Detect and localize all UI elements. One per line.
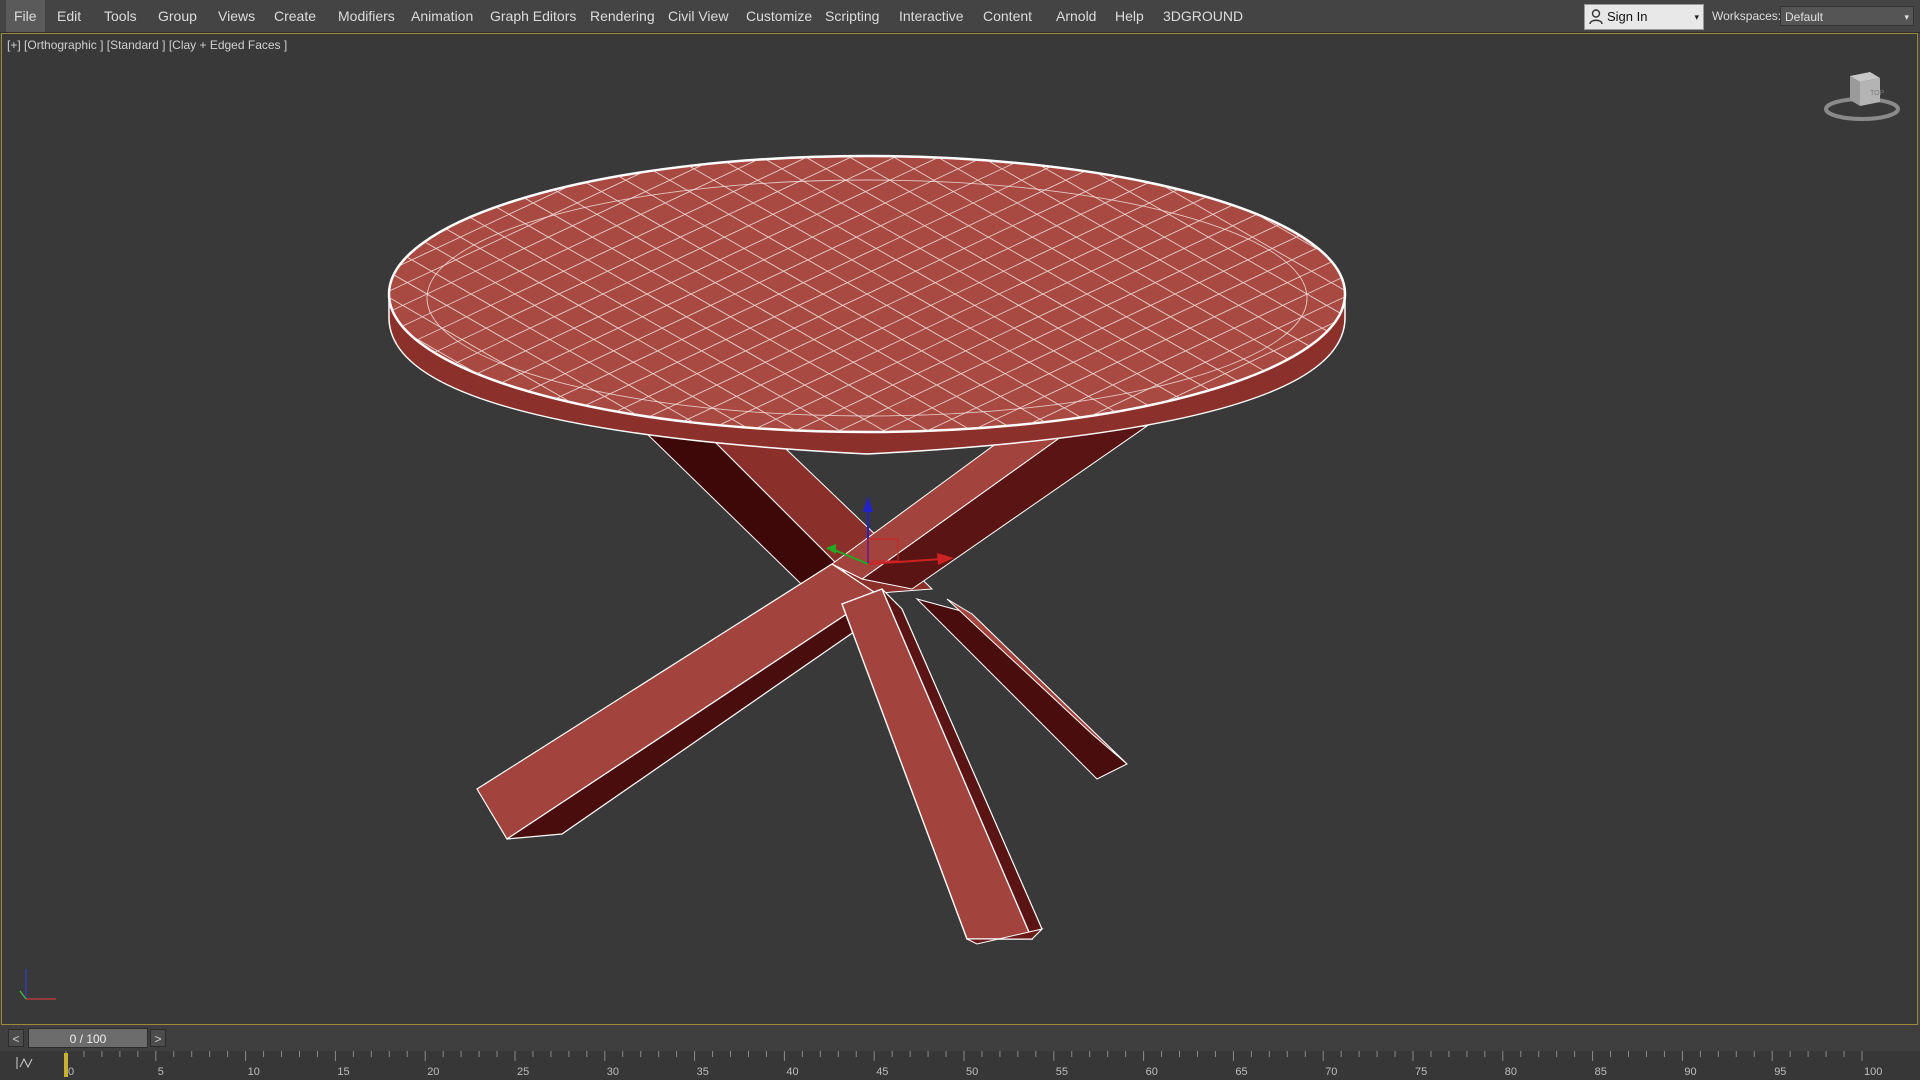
workspaces-select[interactable]: Default ▾: [1780, 6, 1914, 26]
time-tick-label: 15: [337, 1066, 349, 1078]
time-tick-label: 80: [1505, 1066, 1517, 1078]
table-leg-center[interactable]: [841, 588, 1044, 945]
time-slider[interactable]: 0 / 100: [28, 1028, 148, 1048]
track-bar[interactable]: 0 5 10 15 20 25 30 35 40 45 50 55 60 65 70 75 80 85 90 95 10…: [0, 1051, 1920, 1080]
menu-help[interactable]: Help: [1107, 0, 1152, 32]
time-tick-label: 60: [1146, 1066, 1158, 1078]
menu-tools[interactable]: Tools: [96, 0, 145, 32]
time-prev-button[interactable]: <: [8, 1029, 24, 1047]
time-tick-label: 75: [1415, 1066, 1427, 1078]
chevron-down-icon: ▾: [1694, 12, 1699, 22]
menu-animation[interactable]: Animation: [403, 0, 481, 32]
sign-in-label: Sign In: [1607, 9, 1648, 24]
perspective-viewport[interactable]: [+] [Orthographic ] [Standard ] [Clay + …: [1, 33, 1918, 1025]
time-tick-label: 95: [1774, 1066, 1786, 1078]
workspaces-value: Default: [1785, 10, 1824, 24]
workspaces-label: Workspaces:: [1712, 9, 1782, 23]
chevron-down-icon: ▾: [1904, 12, 1909, 22]
time-tick-label: 25: [517, 1066, 529, 1078]
time-tick-label: 0: [68, 1066, 74, 1078]
time-tick-label: 20: [427, 1066, 439, 1078]
menu-content[interactable]: Content: [975, 0, 1040, 32]
time-next-button[interactable]: >: [150, 1029, 166, 1047]
menu-civil-view[interactable]: Civil View: [660, 0, 736, 32]
menu-graph-editors[interactable]: Graph Editors: [482, 0, 584, 32]
sign-in-dropdown[interactable]: Sign In ▾: [1584, 4, 1704, 30]
menu-3dground[interactable]: 3DGROUND: [1155, 0, 1251, 32]
menu-edit[interactable]: Edit: [49, 0, 89, 32]
time-tick-label: 5: [158, 1066, 164, 1078]
time-tick-label: 10: [248, 1066, 260, 1078]
axis-tripod-icon: [19, 969, 56, 1000]
menu-views[interactable]: Views: [210, 0, 263, 32]
time-ruler[interactable]: 0 5 10 15 20 25 30 35 40 45 50 55 60 65 70 75 80 85 90 95 10…: [0, 1051, 1920, 1080]
time-tick-label: 40: [786, 1066, 798, 1078]
menu-arnold[interactable]: Arnold: [1048, 0, 1104, 32]
time-tick-label: 35: [697, 1066, 709, 1078]
table-leg-back-left[interactable]: [640, 425, 934, 615]
viewcube-face-label: TOP: [1870, 90, 1885, 97]
menu-scripting[interactable]: Scripting: [817, 0, 887, 32]
menu-interactive[interactable]: Interactive: [891, 0, 972, 32]
menu-create[interactable]: Create: [266, 0, 324, 32]
menu-modifiers[interactable]: Modifiers: [330, 0, 403, 32]
menu-customize[interactable]: Customize: [738, 0, 820, 32]
table-leg-front-left[interactable]: [476, 563, 888, 840]
time-tick-label: 50: [966, 1066, 978, 1078]
time-tick-label: 55: [1056, 1066, 1068, 1078]
time-tick-label: 100: [1864, 1066, 1882, 1078]
time-tick-label: 65: [1235, 1066, 1247, 1078]
menu-group[interactable]: Group: [150, 0, 205, 32]
user-icon: [1589, 9, 1603, 25]
current-frame-marker[interactable]: [64, 1053, 68, 1077]
time-tick-label: 45: [876, 1066, 888, 1078]
table-model[interactable]: [2, 34, 1917, 1024]
time-tick-label: 85: [1595, 1066, 1607, 1078]
time-slider-bar: < 0 / 100 >: [0, 1025, 1920, 1051]
time-tick-label: 70: [1325, 1066, 1337, 1078]
table-top-face[interactable]: [2, 144, 1803, 444]
menu-file[interactable]: File: [6, 0, 45, 32]
viewcube[interactable]: TOP: [1822, 64, 1902, 124]
time-tick-label: 90: [1684, 1066, 1696, 1078]
menu-rendering[interactable]: Rendering: [582, 0, 663, 32]
time-tick-label: 30: [607, 1066, 619, 1078]
